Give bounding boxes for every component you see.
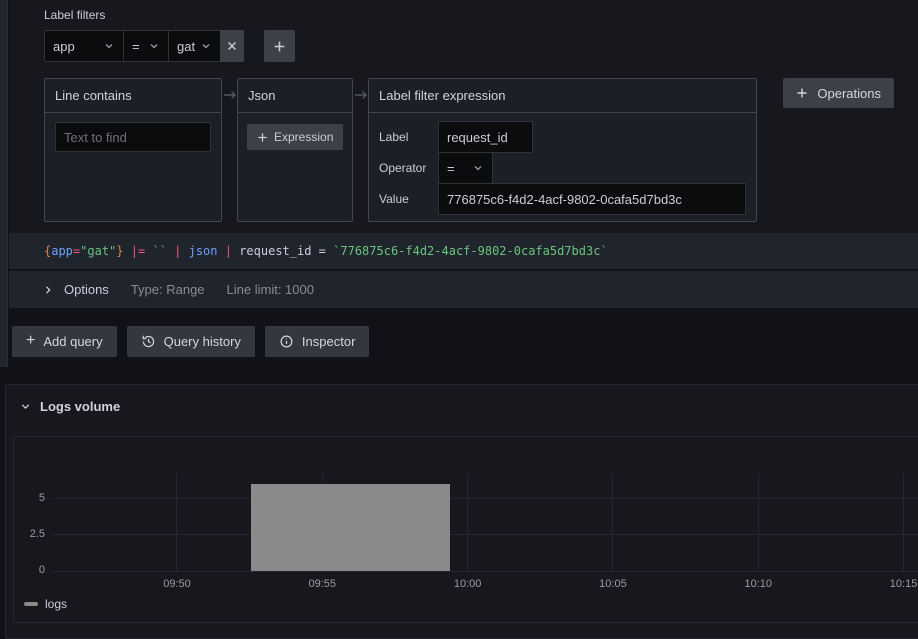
operator-field-row: Operator = <box>379 152 746 184</box>
x-axis-tick-label: 10:05 <box>599 578 627 590</box>
chart-legend[interactable]: logs <box>24 597 67 611</box>
operation-card-line-contains: Line contains <box>44 78 222 222</box>
label-field-row: Label request_id <box>379 121 746 153</box>
pipeline-arrow-icon <box>222 78 237 112</box>
chevron-right-icon <box>43 285 53 295</box>
label-value-value: gat <box>177 39 195 54</box>
query-token <box>218 244 225 258</box>
x-gridline <box>176 474 177 571</box>
y-axis-tick-label: 2.5 <box>14 528 45 540</box>
logs-volume-panel: Logs volume logs 0 2.5 5 09:50 09:55 10:00 10:… <box>5 384 918 639</box>
value-field-row: Value 776875c6-f4d2-4acf-9802-0cafa5d7bd… <box>379 183 746 215</box>
plus-icon <box>273 40 286 53</box>
operation-card-title: Json <box>238 79 352 113</box>
legend-series-marker <box>24 602 38 606</box>
logs-volume-chart[interactable]: logs 0 2.5 5 09:50 09:55 10:00 10:05 10:10 10:15 <box>13 436 918 623</box>
info-icon <box>279 334 294 349</box>
query-token: } <box>116 244 123 258</box>
query-token <box>124 244 131 258</box>
label-name-select[interactable]: app <box>44 30 124 62</box>
add-label-filter-button[interactable] <box>264 30 295 62</box>
pipeline-arrow-icon <box>353 78 368 112</box>
label-field-input[interactable]: request_id <box>438 121 533 153</box>
query-builder: Label filters app = gat Line <box>9 0 918 233</box>
operation-card-title: Line contains <box>45 79 221 113</box>
operation-pipeline: Line contains Json Expression <box>44 78 757 222</box>
query-options-row[interactable]: Options Type: Range Line limit: 1000 <box>9 270 918 308</box>
logs-volume-bar[interactable] <box>251 484 450 571</box>
plus-icon <box>796 87 808 99</box>
query-token: `776875c6-f4d2-4acf-9802-0cafa5d7bd3c` <box>333 244 608 258</box>
chevron-down-icon <box>20 401 31 412</box>
panel-title: Logs volume <box>40 399 120 414</box>
x-gridline <box>467 474 468 571</box>
operator-field-label: Operator <box>379 161 438 175</box>
query-editor-section: Label filters app = gat Line <box>0 0 918 367</box>
value-field-label: Value <box>379 192 438 206</box>
options-type: Type: Range <box>131 282 205 297</box>
query-history-button[interactable]: Query history <box>127 326 255 357</box>
query-token: request_id <box>239 244 311 258</box>
label-filter-row: app = gat <box>44 30 295 62</box>
chevron-down-icon <box>148 40 160 52</box>
y-gridline <box>52 498 918 499</box>
x-gridline <box>612 474 613 571</box>
query-token: "gat" <box>80 244 116 258</box>
x-axis-tick-label: 10:00 <box>454 578 482 590</box>
inspector-button[interactable]: Inspector <box>265 326 369 357</box>
query-row-gutter <box>0 0 8 367</box>
explore-toolbar: + Add query Query history Inspector <box>12 326 369 357</box>
operator-select[interactable]: = <box>438 152 493 184</box>
raw-query-text[interactable]: {app="gat"} |= `` | json | request_id = … <box>44 233 910 269</box>
x-axis-tick-label: 09:50 <box>163 578 191 590</box>
x-gridline <box>758 474 759 571</box>
query-token <box>181 244 188 258</box>
chevron-down-icon <box>103 40 115 52</box>
chevron-down-icon <box>200 40 212 52</box>
remove-label-filter-button[interactable] <box>220 30 244 62</box>
x-axis-tick-label: 10:10 <box>744 578 772 590</box>
chevron-down-icon <box>472 162 484 174</box>
operation-card-title: Label filter expression <box>369 79 756 113</box>
label-operator-value: = <box>132 39 140 54</box>
logs-volume-header[interactable]: Logs volume <box>20 399 120 414</box>
value-field-input[interactable]: 776875c6-f4d2-4acf-9802-0cafa5d7bd3c <box>438 183 746 215</box>
add-query-button[interactable]: + Add query <box>12 326 117 357</box>
plus-icon <box>257 132 268 143</box>
operation-card-json: Json Expression <box>237 78 353 222</box>
close-icon <box>226 40 238 52</box>
x-axis-tick-label: 09:55 <box>309 578 337 590</box>
x-axis-tick-label: 10:15 <box>890 578 918 590</box>
y-axis-tick-label: 0 <box>14 564 45 576</box>
add-expression-button[interactable]: Expression <box>247 124 343 150</box>
plus-icon: + <box>26 333 35 349</box>
query-token: = <box>311 244 333 258</box>
line-contains-input[interactable] <box>55 122 211 152</box>
options-line-limit: Line limit: 1000 <box>227 282 314 297</box>
query-token: | <box>225 244 232 258</box>
options-title: Options <box>64 282 109 297</box>
query-token: json <box>189 244 218 258</box>
label-filters-title: Label filters <box>44 8 105 22</box>
operation-card-label-filter-expression: Label filter expression Label request_id… <box>368 78 757 222</box>
y-gridline <box>52 534 918 535</box>
query-token: |= <box>131 244 145 258</box>
label-operator-select[interactable]: = <box>123 30 169 62</box>
label-value-select[interactable]: gat <box>168 30 221 62</box>
y-axis-tick-label: 5 <box>14 492 45 504</box>
query-token: app <box>51 244 73 258</box>
query-token: `` <box>152 244 166 258</box>
y-gridline <box>52 571 918 572</box>
label-field-label: Label <box>379 130 438 144</box>
x-gridline <box>903 474 904 571</box>
plot-area <box>52 474 918 571</box>
label-name-value: app <box>53 39 75 54</box>
raw-query-band: {app="gat"} |= `` | json | request_id = … <box>9 233 918 269</box>
legend-series-label: logs <box>45 597 67 611</box>
add-operations-button[interactable]: Operations <box>783 78 894 108</box>
history-icon <box>141 334 156 349</box>
